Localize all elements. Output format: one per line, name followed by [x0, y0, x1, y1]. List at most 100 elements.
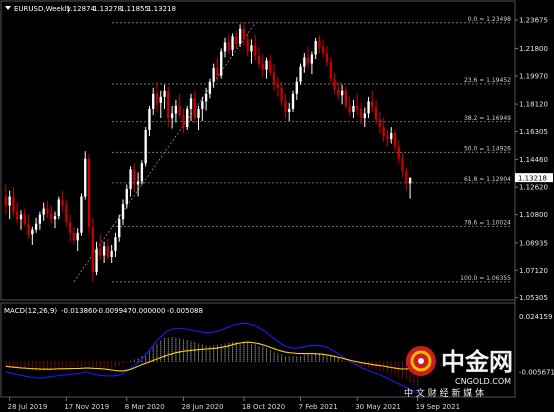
candle-body [80, 196, 83, 233]
ohlc-low: 1.11855 [120, 5, 149, 13]
candle-body [295, 81, 298, 94]
candle-body [125, 188, 128, 205]
candle-body [186, 108, 189, 128]
ohlc-close: 1.13218 [147, 5, 176, 13]
candle-body [238, 28, 242, 44]
candle-body [159, 96, 162, 103]
candle-body [204, 93, 208, 102]
symbol-label: EURUSD,Weekly [14, 5, 71, 13]
candle-body [65, 205, 68, 223]
candle-body [23, 214, 26, 224]
candle-body [386, 136, 389, 140]
price-tick-label: 1.07120 [519, 267, 548, 275]
candle-body [216, 68, 219, 76]
candle-body [91, 226, 94, 273]
candle-body [374, 107, 378, 120]
fib-label: 61.8 = 1.12904 [464, 176, 511, 183]
candle-body [363, 113, 366, 118]
candle-body [148, 108, 151, 131]
candle-body [303, 57, 306, 67]
candle-body [144, 130, 147, 164]
candle-body [167, 90, 170, 118]
candle-body [95, 249, 98, 273]
candle-body [333, 78, 336, 90]
candle-body [182, 114, 185, 128]
fib-label: 50.0 = 1.14926 [464, 145, 511, 152]
candle-body [371, 101, 374, 108]
fib-label: 78.6 = 1.10024 [464, 219, 511, 226]
candle-body [272, 72, 276, 85]
fib-label: 23.6 = 1.19452 [464, 77, 511, 84]
candle-body [16, 211, 19, 220]
watermark-logo-dot [418, 358, 424, 364]
candle-body [356, 105, 359, 109]
time-tick-label: 30 May 2021 [355, 403, 401, 411]
candle-body [163, 90, 166, 97]
time-tick-label: 8 Mar 2020 [125, 403, 165, 411]
candle-body [382, 127, 385, 137]
chart-canvas[interactable]: 0.0 = 1.23498 23.6 = 1.19452 38.2 = 1.1694… [0, 0, 554, 412]
candle-body [378, 119, 382, 128]
candle-body [401, 158, 404, 171]
candle-body [68, 222, 72, 233]
candle-body [288, 108, 291, 112]
fib-label: 38.2 = 1.16949 [464, 115, 511, 122]
candle-body [174, 105, 178, 114]
candle-body [220, 51, 223, 76]
candle-body [212, 68, 215, 82]
candle-body [170, 113, 174, 118]
time-tick-label: 28 Jun 2020 [181, 403, 223, 411]
candle-body [61, 199, 64, 206]
candle-body [42, 208, 45, 215]
candle-body [340, 90, 344, 96]
candle-body [280, 87, 283, 102]
price-tick-label: 1.08935 [519, 239, 548, 247]
candle-body [284, 101, 287, 112]
candle-body [325, 53, 329, 63]
time-tick-label: 28 Jul 2019 [8, 403, 48, 411]
candle-body [50, 213, 53, 220]
candle-body [227, 42, 230, 50]
candle-body [269, 60, 272, 73]
candle-body [235, 36, 238, 44]
candle-body [197, 108, 200, 118]
candle-body [110, 250, 113, 257]
time-tick-label: 19 Sep 2021 [416, 403, 460, 411]
candle-body [208, 81, 212, 94]
candle-body [390, 133, 393, 140]
candle-body [8, 196, 11, 206]
candle-body [31, 229, 34, 235]
candle-body [12, 196, 15, 212]
candle-body [246, 39, 249, 52]
candle-body [189, 98, 193, 109]
time-tick-label: 18 Oct 2020 [242, 403, 285, 411]
macd-tick-label: -0.005671 [519, 369, 554, 377]
candle-body [72, 232, 76, 241]
price-tick-label: 1.18120 [519, 101, 548, 109]
candle-body [155, 93, 159, 103]
time-tick-label: 17 Nov 2019 [64, 403, 109, 411]
watermark-slogan: 中 文 财 经 新 媒 体 [404, 387, 484, 399]
current-price-marker: 1.13218 [515, 173, 553, 183]
candle-body [367, 101, 370, 114]
candle-body [337, 89, 340, 96]
candle-body [314, 40, 317, 55]
candle-body [34, 223, 38, 230]
macd-hist-value: 0.000000 [132, 307, 165, 315]
candle-body [84, 158, 87, 197]
candle-body [322, 46, 325, 54]
price-tick-label: 1.12620 [519, 184, 548, 192]
macd-value: -0.013860 [61, 307, 97, 315]
candle-body [408, 178, 412, 184]
candle-body [261, 63, 264, 70]
candle-body [27, 223, 30, 235]
ohlc-open: 1.12874 [66, 5, 95, 13]
price-tick-label: 1.21800 [519, 45, 548, 53]
candle-body [257, 56, 261, 64]
price-tick-label: 1.16305 [519, 128, 548, 136]
candle-body [352, 105, 355, 112]
candle-body [152, 93, 155, 109]
candle-body [393, 133, 397, 147]
candle-body [53, 216, 57, 220]
candle-body [250, 45, 253, 52]
